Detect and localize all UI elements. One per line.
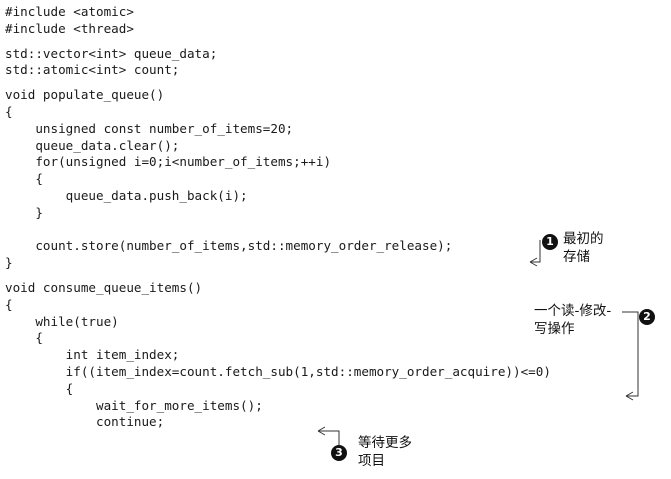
code-line: int item_index; [5,347,180,363]
callout-3-text: 等待更多 项目 [358,434,412,470]
code-blank [5,272,551,280]
code-line: count.store(number_of_items,std::memory_… [5,238,453,254]
code-line: unsigned const number_of_items=20; [5,120,294,136]
callout-2-text: 一个读-修改- 写操作 [534,302,611,338]
code-blank [5,79,551,87]
callout-3-number-badge: 3 [331,445,347,461]
callout-1-text: 最初的 存储 [563,230,604,266]
callout-3-line2: 项目 [358,453,385,469]
code-line: } [5,204,43,220]
code-line: if((item_index=count.fetch_sub(1,std::me… [5,363,551,379]
code-listing: #include <atomic> #include <thread> std:… [5,4,551,431]
callout-2-arrowhead [625,391,634,401]
code-line: void populate_queue() [5,87,165,103]
callout-1-line2: 存储 [563,249,590,265]
code-line: wait_for_more_items(); [5,397,263,413]
code-line: while(true) [5,313,119,329]
code-line: queue_data.clear(); [5,137,180,153]
code-line: std::vector<int> queue_data; [5,45,218,61]
callout-3-connector [318,430,340,445]
callout-2-line1: 一个读-修改- [534,303,612,319]
callout-2-line2: 写操作 [534,321,575,337]
code-line: { [5,330,43,346]
code-line: for(unsigned i=0;i<number_of_items;++i) [5,154,332,170]
code-line: void consume_queue_items() [5,279,203,295]
callout-3-line1: 等待更多 [358,435,412,451]
callout-2-connector [622,311,639,397]
code-line: { [5,171,43,187]
callout-1-number-badge: 1 [542,234,558,250]
code-blank [5,38,551,46]
code-line: #include <atomic> [5,4,134,19]
code-line: #include <thread> [5,20,134,36]
callout-1-line1: 最初的 [563,231,604,247]
code-line: std::atomic<int> count; [5,62,180,78]
code-line: queue_data.push_back(i); [5,187,248,203]
code-line: } [5,255,13,271]
code-line: { [5,380,74,396]
code-line: continue; [5,414,165,430]
callout-2-number-badge: 2 [639,309,655,325]
code-line: { [5,103,13,119]
code-line: { [5,296,13,312]
